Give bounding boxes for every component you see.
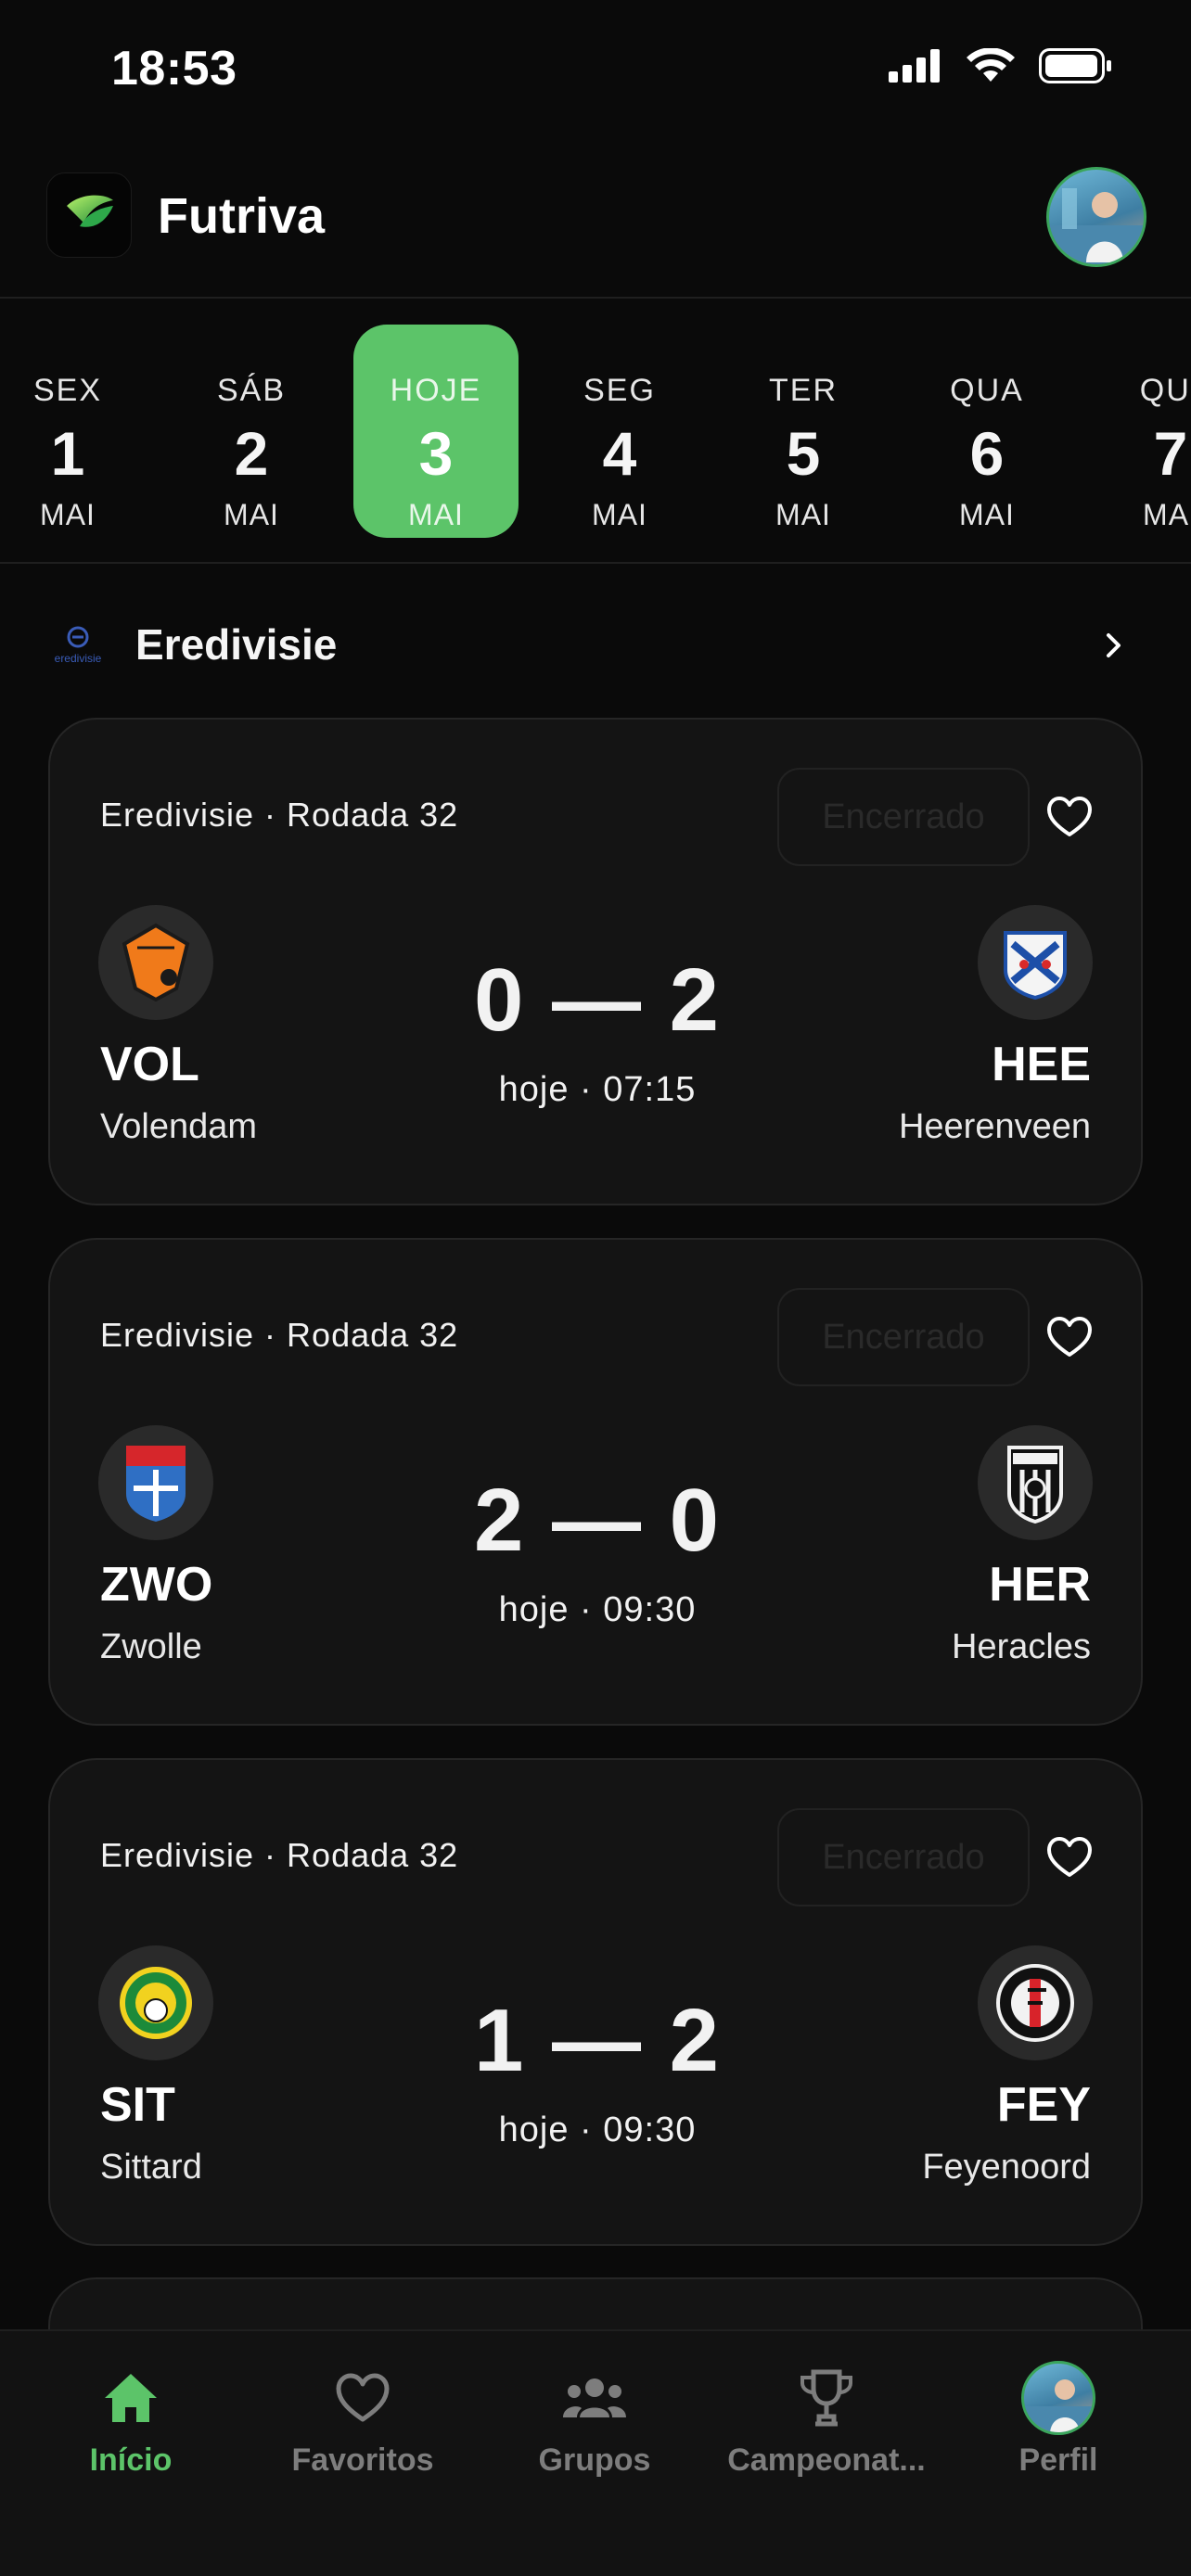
date-month: MAI: [408, 498, 464, 531]
away-team-name: Heracles: [952, 1627, 1091, 1666]
heart-icon[interactable]: [1046, 1316, 1093, 1358]
tab-label: Campeonat...: [727, 2442, 926, 2478]
date-weekday: QUA: [950, 373, 1024, 408]
status-icons: [889, 48, 1113, 83]
match-status-badge: Encerrado: [777, 1288, 1030, 1386]
league-name: Eredivisie: [135, 620, 338, 669]
tab-label: Favoritos: [291, 2442, 434, 2478]
match-card[interactable]: Eredivisie · Rodada 32 Encerrado SIT FEY…: [48, 1758, 1143, 2246]
date-weekday: SEX: [32, 373, 103, 408]
date-item[interactable]: SÁB 2 MAI: [169, 325, 334, 538]
home-icon: [105, 2374, 157, 2422]
match-meta: Eredivisie · Rodada 32: [100, 796, 459, 834]
date-item-today[interactable]: HOJE 3 MAI: [353, 325, 519, 538]
futriva-logo-icon: [46, 172, 132, 258]
date-item[interactable]: TER 5 MAI: [721, 325, 886, 538]
date-month: MAI: [40, 498, 96, 531]
date-day: 4: [602, 419, 637, 488]
match-score: 0 — 2: [473, 950, 722, 1050]
trophy-icon: [800, 2369, 852, 2427]
league-logo-text: eredivisie: [54, 652, 102, 665]
app-header: Futriva: [0, 148, 1191, 299]
group-icon: [563, 2378, 626, 2417]
date-month: MAI: [775, 498, 831, 531]
battery-icon: [1039, 48, 1111, 83]
tab-profile[interactable]: Perfil: [942, 2359, 1174, 2479]
tab-label: Grupos: [538, 2442, 651, 2478]
date-item[interactable]: SEX 1 MAI: [0, 325, 150, 538]
cellular-signal-icon: [889, 49, 940, 83]
match-time: hoje · 09:30: [498, 2111, 697, 2149]
date-month: MAI: [1143, 498, 1191, 531]
heart-icon[interactable]: [1046, 796, 1093, 838]
date-item[interactable]: QUA 6 MAI: [904, 325, 1069, 538]
date-day: 3: [418, 419, 454, 488]
match-score: 2 — 0: [473, 1471, 722, 1570]
heart-icon: [336, 2373, 390, 2422]
home-team-name: Sittard: [100, 2148, 202, 2187]
wifi-icon: [967, 48, 1015, 82]
date-item[interactable]: SEG 4 MAI: [537, 325, 702, 538]
bottom-tab-bar: Início Favoritos Grupos Campeonat... Per…: [0, 2329, 1191, 2576]
match-status-badge: Encerrado: [777, 768, 1030, 866]
profile-avatar: [1021, 2361, 1095, 2435]
match-card[interactable]: Eredivisie · Rodada 32 Encerrado ZWO HER…: [48, 1238, 1143, 1726]
match-meta: Eredivisie · Rodada 32: [100, 1836, 459, 1874]
eredivisie-logo-icon: eredivisie: [45, 621, 111, 670]
league-section-header[interactable]: eredivisie Eredivisie: [0, 593, 1191, 695]
user-avatar[interactable]: [1046, 167, 1146, 267]
tab-championships[interactable]: Campeonat...: [711, 2359, 942, 2479]
away-team-name: Feyenoord: [922, 2148, 1091, 2187]
date-weekday: TER: [769, 373, 838, 408]
date-weekday: QUI: [1139, 373, 1191, 408]
date-day: 1: [50, 419, 85, 488]
date-month: MAI: [224, 498, 279, 531]
date-month: MAI: [959, 498, 1015, 531]
tab-groups[interactable]: Grupos: [479, 2359, 711, 2479]
tab-label: Início: [89, 2442, 173, 2478]
date-month: MAI: [592, 498, 647, 531]
home-team-name: Volendam: [100, 1107, 258, 1146]
date-day: 2: [234, 419, 269, 488]
tab-home[interactable]: Início: [15, 2359, 247, 2479]
away-team-name: Heerenveen: [898, 1107, 1091, 1146]
date-weekday: SÁB: [216, 373, 287, 408]
date-weekday: SEG: [583, 373, 656, 408]
match-time: hoje · 09:30: [498, 1590, 697, 1629]
match-meta: Eredivisie · Rodada 32: [100, 1316, 459, 1354]
match-time: hoje · 07:15: [498, 1070, 697, 1109]
date-selector: SEX 1 MAI SÁB 2 MAI HOJE 3 MAI SEG 4 MAI…: [0, 300, 1191, 564]
heart-icon[interactable]: [1046, 1836, 1093, 1879]
status-bar: 18:53: [0, 0, 1191, 139]
status-time: 18:53: [111, 42, 237, 96]
chevron-right-icon: [1107, 633, 1121, 657]
match-score: 1 — 2: [473, 1991, 722, 2090]
tab-label: Perfil: [1018, 2442, 1098, 2478]
home-team-name: Zwolle: [100, 1627, 202, 1666]
app-title: Futriva: [158, 188, 326, 244]
date-day: 7: [1153, 419, 1188, 488]
tab-favorites[interactable]: Favoritos: [247, 2359, 479, 2479]
match-card[interactable]: Eredivisie · Rodada 32 Encerrado VOL HEE…: [48, 718, 1143, 1205]
date-day: 6: [969, 419, 1005, 488]
date-item[interactable]: QUI 7 MAI: [1088, 325, 1191, 538]
date-day: 5: [786, 419, 821, 488]
date-weekday: HOJE: [390, 373, 482, 408]
match-status-badge: Encerrado: [777, 1808, 1030, 1906]
